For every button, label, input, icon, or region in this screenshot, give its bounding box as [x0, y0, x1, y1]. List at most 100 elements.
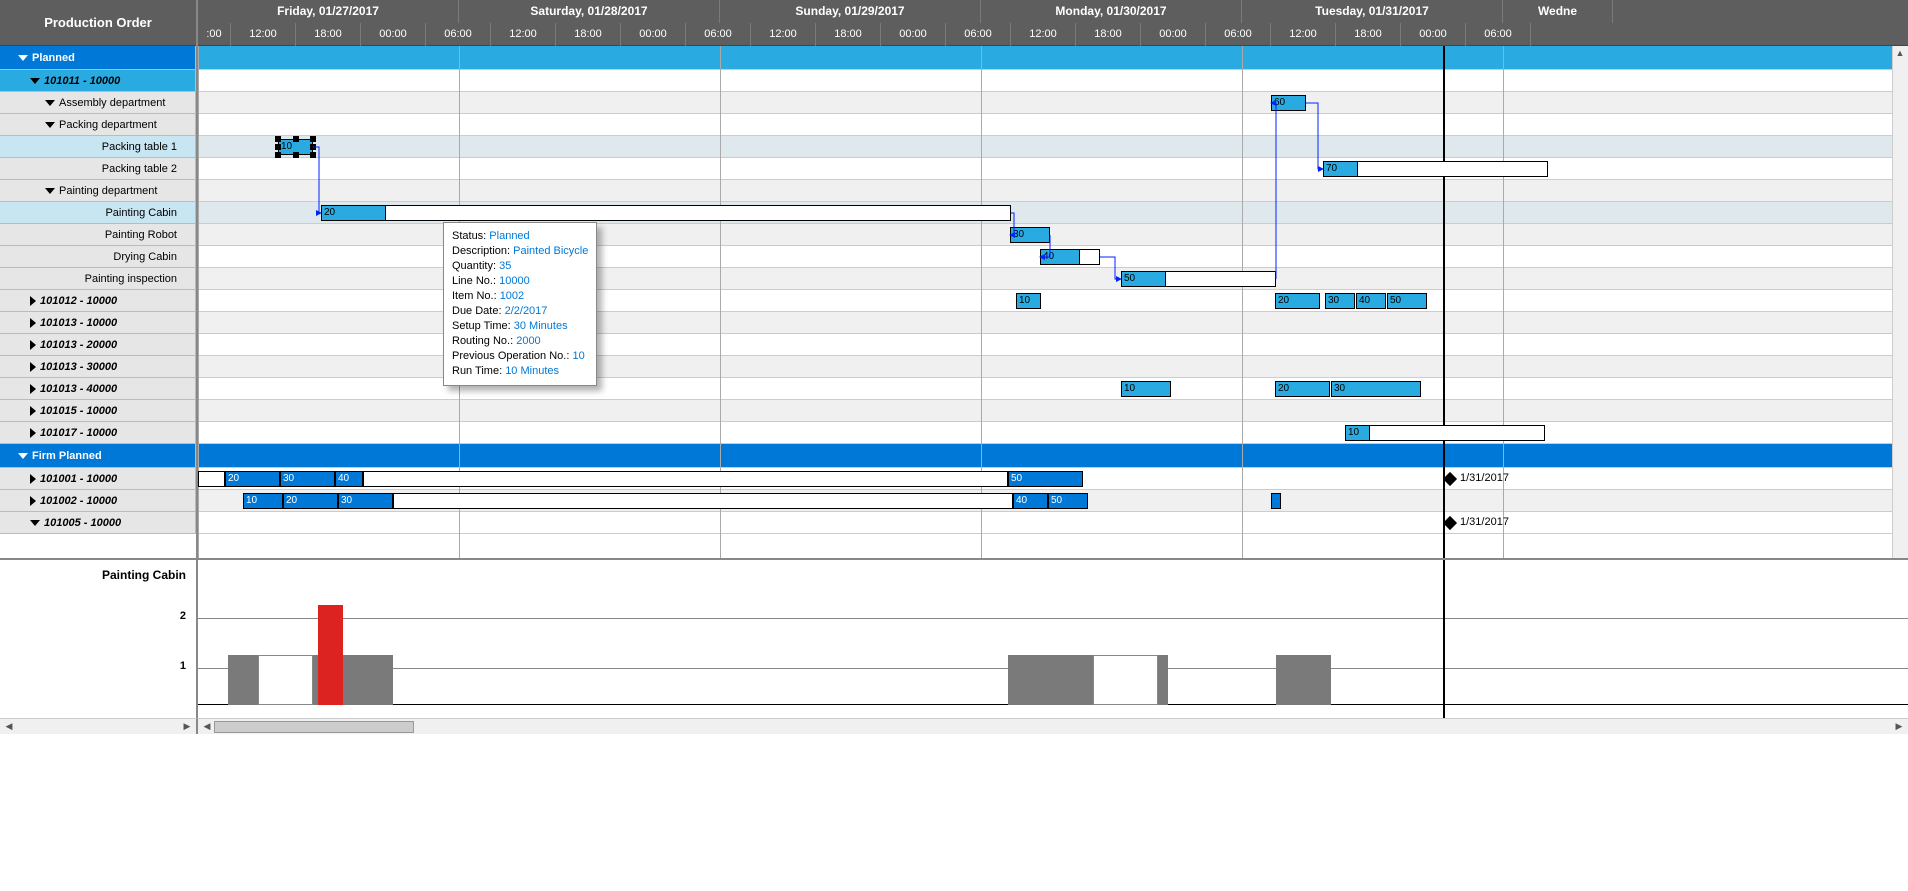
gantt-bar[interactable]: 70 [1323, 161, 1358, 177]
order-row[interactable]: 101001 - 10000 [0, 468, 196, 490]
order-row[interactable]: 101012 - 10000 [0, 290, 196, 312]
order-row[interactable]: 101011 - 10000 [0, 70, 196, 92]
gantt-bar[interactable]: 30 [1010, 227, 1050, 243]
gantt-bar[interactable]: 20 [321, 205, 386, 221]
row-label: Drying Cabin [113, 251, 177, 263]
order-row[interactable]: 101013 - 30000 [0, 356, 196, 378]
vertical-scrollbar[interactable]: ▲ [1892, 46, 1908, 558]
scroll-right-icon[interactable]: ▶ [1892, 720, 1906, 734]
caret-right-icon[interactable] [30, 428, 36, 438]
gantt-bar[interactable]: 30 [280, 471, 335, 487]
gantt-bar[interactable]: 10 [243, 493, 283, 509]
histogram-panel: Painting Cabin 2 1 [0, 560, 1908, 718]
resize-handle[interactable] [310, 152, 316, 158]
department-row[interactable]: Assembly department [0, 92, 196, 114]
gantt-h-scrollbar[interactable]: ◀ ▶ [198, 718, 1908, 734]
gantt-bar[interactable]: 30 [1331, 381, 1421, 397]
caret-right-icon[interactable] [30, 318, 36, 328]
gantt-bar[interactable]: 10 [1016, 293, 1041, 309]
resource-row[interactable]: Packing table 2 [0, 158, 196, 180]
gantt-bar[interactable]: 20 [1275, 381, 1330, 397]
gantt-panel[interactable]: Friday, 01/27/2017Saturday, 01/28/2017Su… [198, 0, 1908, 558]
gantt-bar[interactable]: 40 [335, 471, 363, 487]
resource-row[interactable]: Painting inspection [0, 268, 196, 290]
row-label: Firm Planned [32, 450, 102, 462]
order-row[interactable]: 101002 - 10000 [0, 490, 196, 512]
caret-right-icon[interactable] [30, 362, 36, 372]
row-label: 101011 - 10000 [44, 75, 120, 87]
group-row[interactable]: Firm Planned [0, 444, 196, 468]
resource-row[interactable]: Painting Cabin [0, 202, 196, 224]
histogram-bar [1093, 655, 1158, 705]
gantt-bar[interactable]: 20 [1275, 293, 1320, 309]
progress-bar[interactable] [386, 205, 1011, 221]
gantt-bar[interactable]: 50 [1048, 493, 1088, 509]
tree-h-scrollbar[interactable]: ◀ ▶ [0, 718, 198, 734]
resize-handle[interactable] [310, 136, 316, 142]
day-header: Friday, 01/27/2017 [198, 0, 459, 23]
department-row[interactable]: Painting department [0, 180, 196, 202]
hour-header: 06:00 [1466, 23, 1531, 46]
scrollbar-thumb[interactable] [214, 721, 414, 733]
gantt-bar[interactable] [1271, 493, 1281, 509]
hour-header: 00:00 [361, 23, 426, 46]
gantt-bar[interactable]: 50 [1008, 471, 1083, 487]
gantt-bar[interactable]: 40 [1013, 493, 1048, 509]
gantt-bar[interactable]: 40 [1356, 293, 1386, 309]
resource-row[interactable]: Drying Cabin [0, 246, 196, 268]
gantt-bar[interactable]: 20 [225, 471, 280, 487]
order-row[interactable]: 101013 - 40000 [0, 378, 196, 400]
caret-down-icon[interactable] [45, 122, 55, 128]
progress-bar[interactable] [1080, 249, 1100, 265]
resize-handle[interactable] [293, 136, 299, 142]
gantt-bar[interactable]: 50 [1121, 271, 1166, 287]
resource-row[interactable]: Packing table 1 [0, 136, 196, 158]
caret-down-icon[interactable] [30, 520, 40, 526]
scroll-left-icon[interactable]: ◀ [200, 720, 214, 734]
progress-bar[interactable] [1166, 271, 1276, 287]
department-row[interactable]: Packing department [0, 114, 196, 136]
progress-bar[interactable] [1358, 161, 1548, 177]
caret-right-icon[interactable] [30, 296, 36, 306]
caret-right-icon[interactable] [30, 474, 36, 484]
gantt-bar[interactable]: 10 [1121, 381, 1171, 397]
scroll-left-icon[interactable]: ◀ [2, 720, 16, 734]
gantt-bar[interactable]: 60 [1271, 95, 1306, 111]
caret-right-icon[interactable] [30, 496, 36, 506]
row-label: Packing table 1 [102, 141, 177, 153]
scroll-up-icon[interactable]: ▲ [1893, 46, 1907, 60]
caret-down-icon[interactable] [18, 55, 28, 61]
scroll-right-icon[interactable]: ▶ [180, 720, 194, 734]
caret-down-icon[interactable] [18, 453, 28, 459]
gantt-bar[interactable]: 50 [1387, 293, 1427, 309]
row-label: Painting Robot [105, 229, 177, 241]
gantt-bar[interactable]: 30 [1325, 293, 1355, 309]
caret-down-icon[interactable] [30, 78, 40, 84]
resize-handle[interactable] [275, 144, 281, 150]
resource-row[interactable]: Painting Robot [0, 224, 196, 246]
progress-bar[interactable] [1370, 425, 1545, 441]
resize-handle[interactable] [275, 152, 281, 158]
gantt-bar[interactable]: 30 [338, 493, 393, 509]
group-row[interactable]: Planned [0, 46, 196, 70]
order-row[interactable]: 101017 - 10000 [0, 422, 196, 444]
caret-right-icon[interactable] [30, 384, 36, 394]
resize-handle[interactable] [293, 152, 299, 158]
gantt-bar[interactable]: 10 [1345, 425, 1370, 441]
caret-down-icon[interactable] [45, 100, 55, 106]
caret-right-icon[interactable] [30, 406, 36, 416]
resize-handle[interactable] [310, 144, 316, 150]
gantt-bar[interactable]: 20 [283, 493, 338, 509]
order-row[interactable]: 101005 - 10000 [0, 512, 196, 534]
milestone-label: 1/31/2017 [1460, 472, 1509, 484]
row-label: Painting department [59, 185, 157, 197]
resize-handle[interactable] [275, 136, 281, 142]
row-label: 101017 - 10000 [40, 427, 117, 439]
gantt-bar[interactable]: 40 [1040, 249, 1080, 265]
order-row[interactable]: 101013 - 10000 [0, 312, 196, 334]
order-row[interactable]: 101015 - 10000 [0, 400, 196, 422]
order-row[interactable]: 101013 - 20000 [0, 334, 196, 356]
caret-down-icon[interactable] [45, 188, 55, 194]
hour-header: 18:00 [296, 23, 361, 46]
caret-right-icon[interactable] [30, 340, 36, 350]
